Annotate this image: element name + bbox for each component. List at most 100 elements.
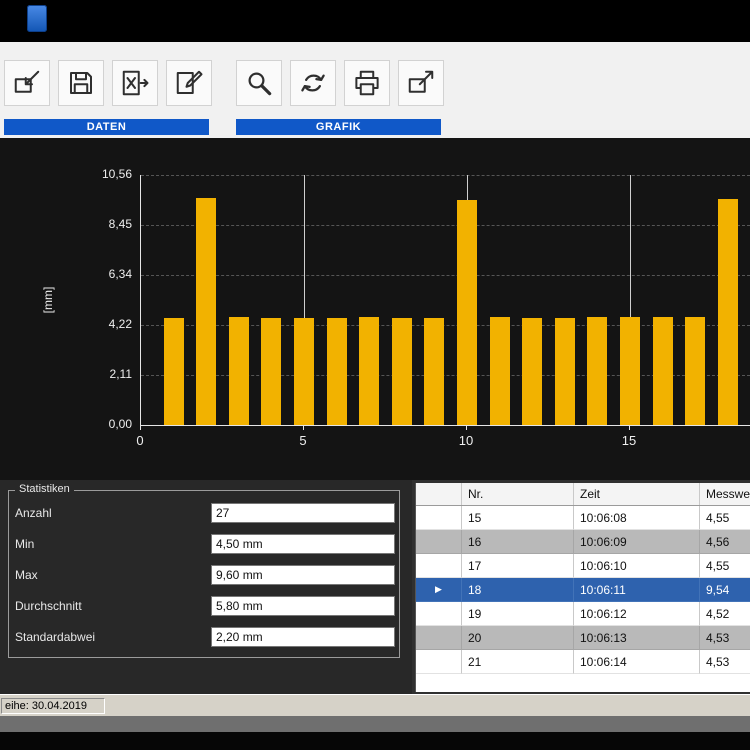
table-row-17[interactable]: 1710:06:104,55	[416, 554, 750, 578]
chart-bar-13	[555, 318, 575, 425]
import-data-button[interactable]	[4, 60, 50, 106]
export-icon	[406, 68, 436, 98]
nr-cell[interactable]: 15	[462, 506, 574, 530]
chart-xtick-label: 15	[622, 433, 636, 448]
zeit-cell[interactable]: 10:06:11	[574, 578, 700, 602]
stat-field-value[interactable]	[211, 627, 395, 647]
save-data-button[interactable]	[58, 60, 104, 106]
stat-field-value[interactable]	[211, 565, 395, 585]
table-header-cell-Messwert[interactable]: Messwert	[700, 483, 750, 505]
statistics-panel: Statistiken AnzahlMinMaxDurchschnittStan…	[0, 480, 412, 694]
stat-field-label: Anzahl	[15, 506, 52, 520]
messwert-cell[interactable]: 4,53	[700, 626, 750, 650]
table-row-21[interactable]: 2110:06:144,53	[416, 650, 750, 674]
row-selector-cell[interactable]	[416, 530, 462, 554]
row-selector-cell[interactable]: ▶	[416, 578, 462, 602]
messwert-cell[interactable]: 4,55	[700, 554, 750, 578]
lower-strip	[0, 716, 750, 732]
chart-bar-8	[392, 318, 412, 425]
row-selector-cell[interactable]	[416, 554, 462, 578]
chart-ytick-label: 0,00	[0, 417, 132, 431]
table-row-15[interactable]: 1510:06:084,55	[416, 506, 750, 530]
chart-bar-14	[587, 317, 607, 425]
chart-xtick-label: 5	[299, 433, 306, 448]
messwert-cell[interactable]: 4,52	[700, 602, 750, 626]
nr-cell[interactable]: 21	[462, 650, 574, 674]
messwert-cell[interactable]: 4,56	[700, 530, 750, 554]
row-selector-cell[interactable]	[416, 626, 462, 650]
bottom-bar: 424	[0, 732, 750, 750]
nr-cell[interactable]: 18	[462, 578, 574, 602]
folder-import-icon	[12, 68, 42, 98]
row-selector-cell[interactable]	[416, 650, 462, 674]
messwert-cell[interactable]: 9,54	[700, 578, 750, 602]
table-row-18[interactable]: ▶1810:06:119,54	[416, 578, 750, 602]
stat-field-min: Min	[13, 534, 395, 556]
edit-export-button[interactable]	[166, 60, 212, 106]
excel-export-button[interactable]	[112, 60, 158, 106]
stat-field-label: Durchschnitt	[15, 599, 82, 613]
zoom-button[interactable]	[236, 60, 282, 106]
nr-cell[interactable]: 17	[462, 554, 574, 578]
stat-field-label: Min	[15, 537, 34, 551]
chart-gridline-h	[141, 225, 750, 226]
messwert-cell[interactable]: 4,55	[700, 506, 750, 530]
zeit-cell[interactable]: 10:06:12	[574, 602, 700, 626]
stat-field-value[interactable]	[211, 503, 395, 523]
chart-xtick-mark	[140, 426, 141, 430]
zeit-cell[interactable]: 10:06:14	[574, 650, 700, 674]
statusbar: eihe: 30.04.2019	[0, 694, 750, 716]
chart-ytick-label: 10,56	[0, 167, 132, 181]
printer-icon	[352, 68, 382, 98]
table-header: Nr.ZeitMesswert	[416, 483, 750, 506]
row-selector-cell[interactable]	[416, 506, 462, 530]
stat-field-max: Max	[13, 565, 395, 587]
chart-bar-1	[164, 318, 184, 425]
chart-ytick-label: 2,11	[0, 367, 132, 381]
toolbar: DATENGRAFIK	[0, 42, 750, 138]
print-button[interactable]	[344, 60, 390, 106]
chart-bar-2	[196, 198, 216, 425]
titlebar	[0, 0, 750, 42]
stat-field-anzahl: Anzahl	[13, 503, 395, 525]
export-graphic-button[interactable]	[398, 60, 444, 106]
app-icon	[27, 5, 47, 32]
chart-bar-3	[229, 317, 249, 425]
refresh-button[interactable]	[290, 60, 336, 106]
zeit-cell[interactable]: 10:06:09	[574, 530, 700, 554]
chart-bar-18	[718, 199, 738, 425]
zeit-cell[interactable]: 10:06:13	[574, 626, 700, 650]
chart-bar-7	[359, 317, 379, 425]
stat-field-value[interactable]	[211, 596, 395, 616]
measurement-table: Nr.ZeitMesswert1510:06:084,551610:06:094…	[415, 483, 750, 692]
table-header-cell-Nr.[interactable]: Nr.	[462, 483, 574, 505]
app-window: DATENGRAFIK [mm] 0,002,114,226,348,4510,…	[0, 0, 750, 750]
table-header-cell-Zeit[interactable]: Zeit	[574, 483, 700, 505]
row-selector-cell[interactable]	[416, 602, 462, 626]
zeit-cell[interactable]: 10:06:08	[574, 506, 700, 530]
chart-bar-4	[261, 318, 281, 425]
stat-field-value[interactable]	[211, 534, 395, 554]
chart-bar-5	[294, 318, 314, 425]
magnifier-icon	[244, 68, 274, 98]
zeit-cell[interactable]: 10:06:10	[574, 554, 700, 578]
chart-bar-17	[685, 317, 705, 425]
nr-cell[interactable]: 20	[462, 626, 574, 650]
chart-xtick-mark	[466, 426, 467, 430]
chart-bar-12	[522, 318, 542, 425]
statusbar-date: eihe: 30.04.2019	[1, 698, 105, 714]
chart-xtick-mark	[629, 426, 630, 430]
chart-gridline-h	[141, 175, 750, 176]
chart-xtick-label: 0	[136, 433, 143, 448]
toolbar-group-label-daten: DATEN	[4, 119, 209, 135]
table-row-20[interactable]: 2010:06:134,53	[416, 626, 750, 650]
messwert-cell[interactable]: 4,53	[700, 650, 750, 674]
nr-cell[interactable]: 16	[462, 530, 574, 554]
chart-gridline-h	[141, 275, 750, 276]
table-row-19[interactable]: 1910:06:124,52	[416, 602, 750, 626]
table-header-cell-selector[interactable]	[416, 483, 462, 505]
excel-export-icon	[120, 68, 150, 98]
nr-cell[interactable]: 19	[462, 602, 574, 626]
chart-bar-6	[327, 318, 347, 425]
table-row-16[interactable]: 1610:06:094,56	[416, 530, 750, 554]
